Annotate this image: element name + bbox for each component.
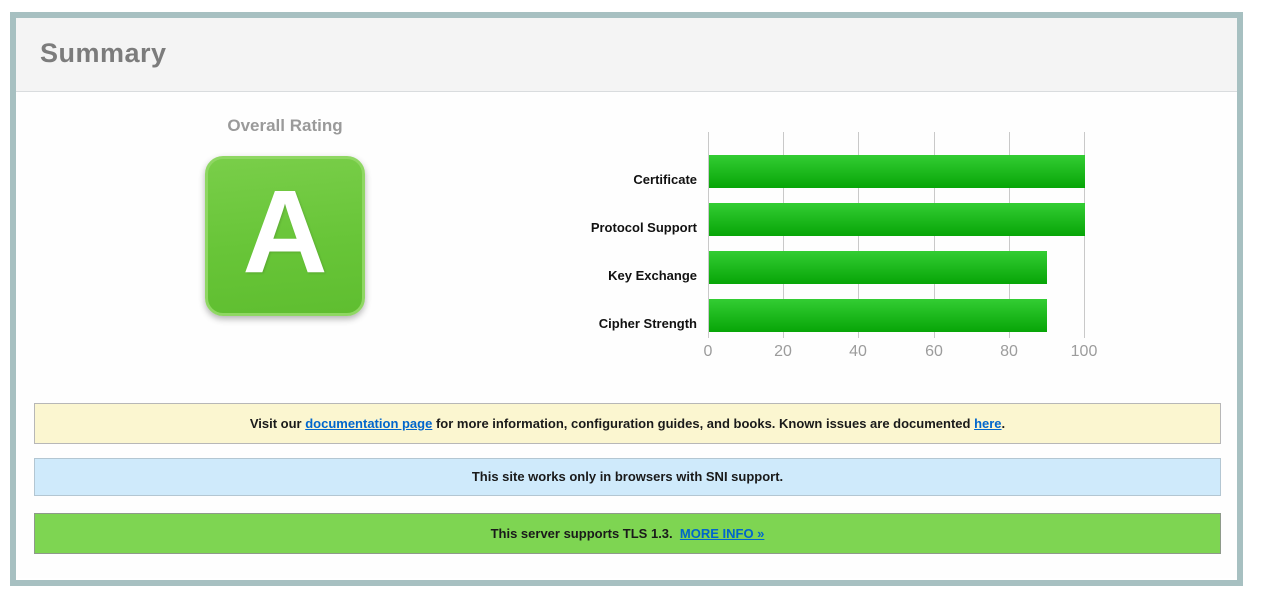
x-tick-label-80: 80 (1000, 343, 1018, 360)
tls13-banner-text: This server supports TLS 1.3. (490, 526, 673, 541)
overall-rating-block: Overall Rating A (205, 116, 365, 316)
bar-cipher-strength (709, 299, 1047, 332)
bar-key-exchange (709, 251, 1047, 284)
overall-rating-label: Overall Rating (227, 116, 343, 135)
bar-plot: 0 20 40 60 80 100 (704, 132, 1097, 372)
x-tick-label-0: 0 (703, 343, 713, 360)
documentation-banner-text-after: . (1001, 416, 1006, 431)
bar-label-certificate: Certificate (633, 172, 697, 187)
bar-label-key-exchange: Key Exchange (608, 268, 697, 283)
summary-panel: Summary Overall Rating A Certificate Prot… (10, 12, 1243, 586)
panel-content: Overall Rating A Certificate Protocol Sup… (16, 92, 1237, 578)
grade-letter: A (242, 166, 328, 298)
bar-label-cipher-strength: Cipher Strength (598, 316, 697, 331)
bar-certificate (709, 155, 1085, 188)
x-tick-label-20: 20 (774, 343, 792, 360)
sni-banner: This site works only in browsers with SN… (34, 458, 1221, 496)
page-title: Summary (40, 38, 167, 68)
known-issues-here-link[interactable]: here (974, 416, 1001, 431)
tls13-banner: This server supports TLS 1.3. MORE INFO … (34, 513, 1221, 554)
x-tick-label-40: 40 (849, 343, 867, 360)
more-info-link[interactable]: MORE INFO » (680, 526, 765, 541)
x-tick-label-60: 60 (925, 343, 943, 360)
bar-protocol-support (709, 203, 1085, 236)
documentation-banner-text-before: Visit our (249, 416, 306, 431)
documentation-banner: Visit our documentation page for more in… (34, 403, 1221, 444)
bar-label-protocol-support: Protocol Support (590, 220, 697, 235)
chart-category-labels: Certificate Protocol Support Key Exchange C… (497, 138, 697, 348)
grade-badge: A (205, 156, 365, 316)
documentation-banner-text-middle: for more information, configuration guid… (432, 416, 975, 431)
x-tick-label-100: 100 (1070, 343, 1098, 360)
panel-header: Summary (16, 18, 1237, 92)
sni-banner-text: This site works only in browsers with SN… (471, 469, 784, 484)
documentation-page-link[interactable]: documentation page (305, 416, 432, 431)
